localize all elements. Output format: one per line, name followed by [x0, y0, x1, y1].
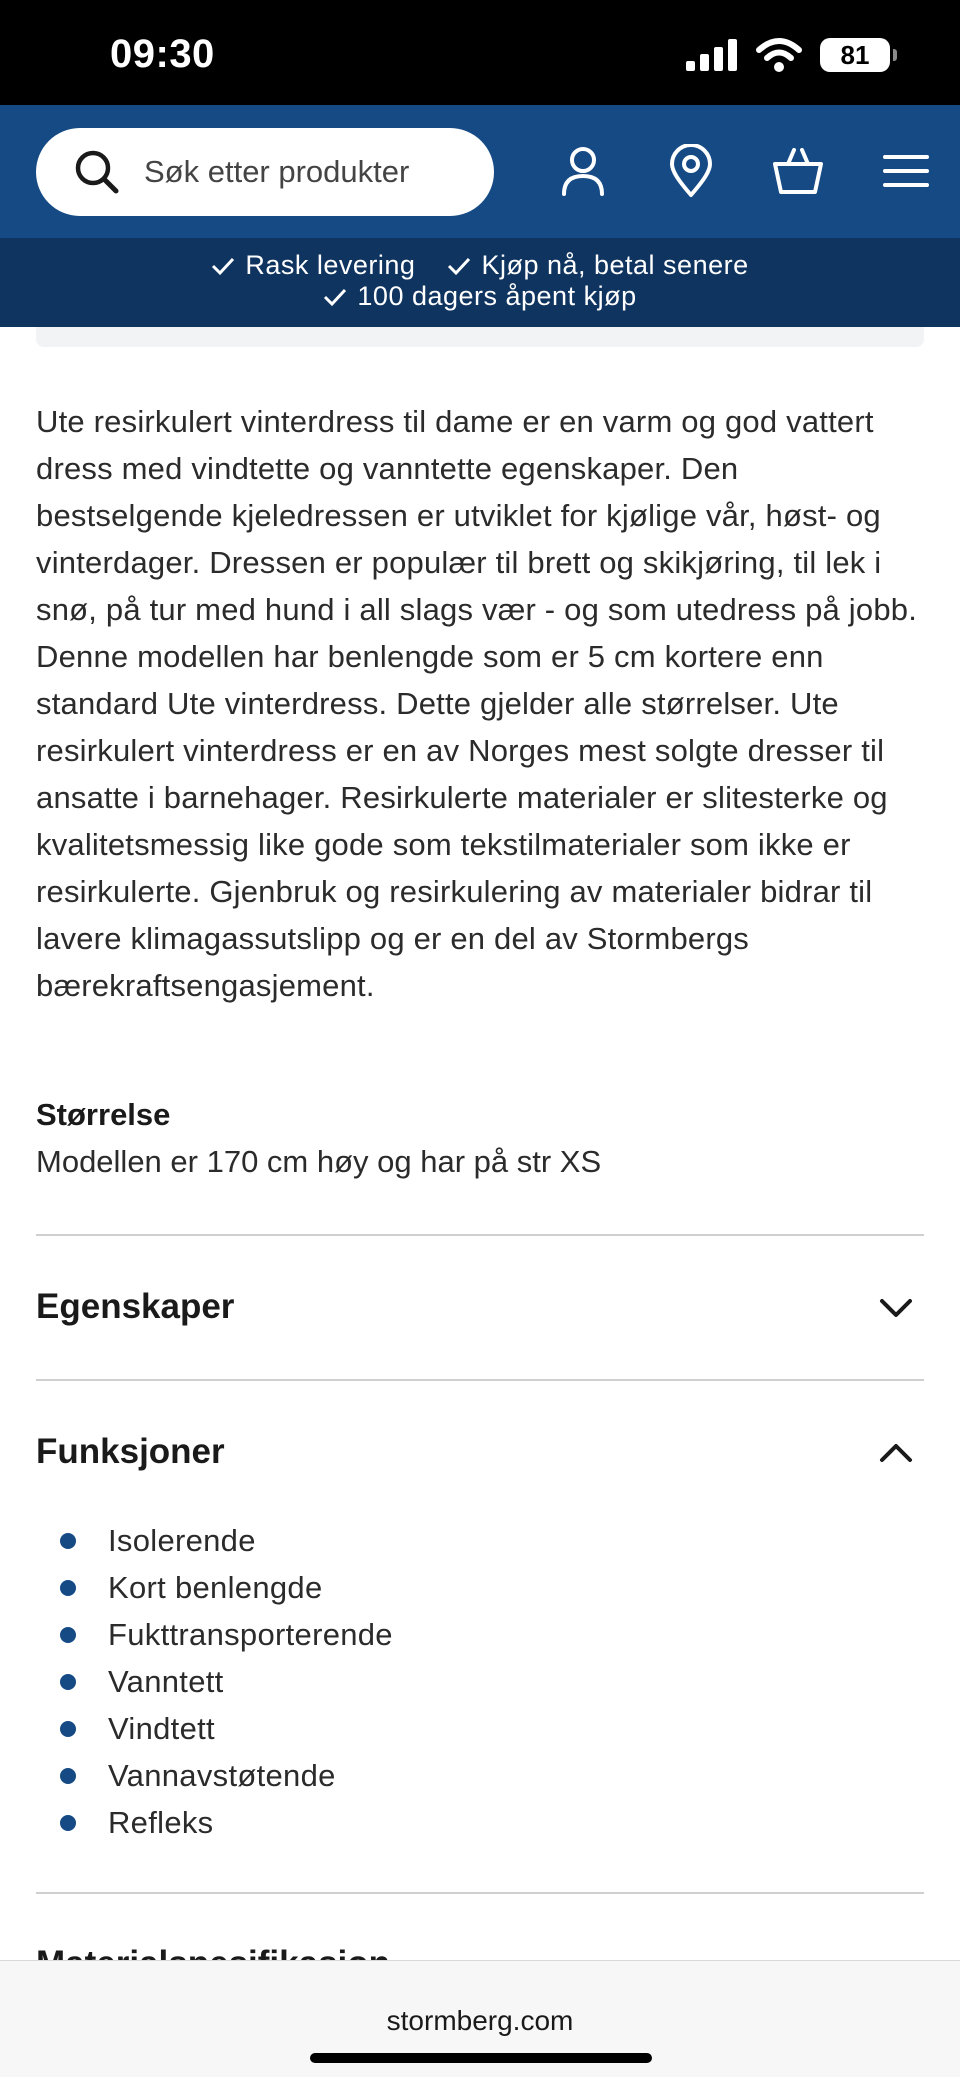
accordion-title[interactable]: Egenskaper — [36, 1287, 234, 1327]
usp-label: 100 dagers åpent kjøp — [357, 281, 637, 311]
divider — [36, 1892, 924, 1894]
size-info: Modellen er 170 cm høy og har på str XS — [36, 1144, 602, 1179]
search-icon — [75, 150, 119, 194]
checkmark-icon — [448, 257, 471, 275]
bullet-dot — [60, 1532, 76, 1549]
usp-item: Kjøp nå, betal senere — [447, 250, 748, 281]
bullet-dot — [60, 1579, 76, 1596]
signal-icon — [686, 39, 737, 71]
url-label[interactable]: stormberg.com — [0, 2005, 960, 2037]
feature-label: Kort benlengde — [108, 1569, 323, 1605]
menu-icon — [883, 155, 929, 187]
list-item: Isolerende — [60, 1517, 393, 1564]
feature-label: Vindtett — [108, 1710, 215, 1746]
list-item: Vannavstøtende — [60, 1752, 393, 1799]
divider — [36, 1379, 924, 1381]
feature-label: Fukttransporterende — [108, 1616, 393, 1652]
accordion-title[interactable]: Funksjoner — [36, 1432, 225, 1472]
feature-label: Isolerende — [108, 1522, 256, 1558]
list-item: Vindtett — [60, 1705, 393, 1752]
account-button[interactable] — [553, 141, 613, 201]
bullet-dot — [60, 1626, 76, 1643]
feature-label: Vanntett — [108, 1663, 224, 1699]
site-header — [0, 105, 960, 238]
home-indicator[interactable] — [310, 2053, 652, 2063]
cart-button[interactable] — [768, 141, 828, 201]
list-item: Kort benlengde — [60, 1564, 393, 1611]
usp-bar: Rask levering Kjøp nå, betal senere 100 … — [0, 238, 960, 327]
usp-label: Kjøp nå, betal senere — [481, 250, 749, 280]
feature-label: Refleks — [108, 1804, 214, 1840]
battery-indicator: 81 — [820, 38, 897, 72]
list-item: Refleks — [60, 1799, 393, 1846]
bullet-dot — [60, 1767, 76, 1784]
usp-item: Rask levering — [211, 250, 415, 281]
bullet-dot — [60, 1814, 76, 1831]
status-bar: 09:30 81 — [0, 0, 960, 105]
bullet-dot — [60, 1673, 76, 1690]
features-list: Isolerende Kort benlengde Fukttransporte… — [60, 1517, 393, 1846]
search-input[interactable] — [144, 154, 444, 190]
usp-label: Rask levering — [245, 250, 416, 280]
search-box[interactable] — [36, 128, 494, 216]
status-time: 09:30 — [110, 32, 215, 76]
list-item: Fukttransporterende — [60, 1611, 393, 1658]
content-card-edge — [36, 327, 924, 347]
usp-item: 100 dagers åpent kjøp — [323, 281, 636, 312]
menu-button[interactable] — [876, 141, 936, 201]
location-pin-icon — [670, 144, 712, 197]
divider — [36, 1234, 924, 1236]
wifi-icon — [756, 38, 802, 72]
store-locator-button[interactable] — [661, 141, 721, 201]
chevron-down-icon[interactable] — [876, 1288, 916, 1328]
user-icon — [562, 147, 604, 196]
bullet-dot — [60, 1720, 76, 1737]
chevron-up-icon[interactable] — [876, 1433, 916, 1473]
list-item: Vanntett — [60, 1658, 393, 1705]
product-description: Ute resirkulert vinterdress til dame er … — [36, 404, 918, 1003]
shopping-bag-icon — [773, 148, 823, 194]
size-heading: Størrelse — [36, 1097, 171, 1132]
checkmark-icon — [324, 288, 347, 306]
checkmark-icon — [212, 257, 235, 275]
status-icons: 81 — [686, 38, 897, 72]
browser-bar: stormberg.com — [0, 1960, 960, 2077]
feature-label: Vannavstøtende — [108, 1757, 336, 1793]
